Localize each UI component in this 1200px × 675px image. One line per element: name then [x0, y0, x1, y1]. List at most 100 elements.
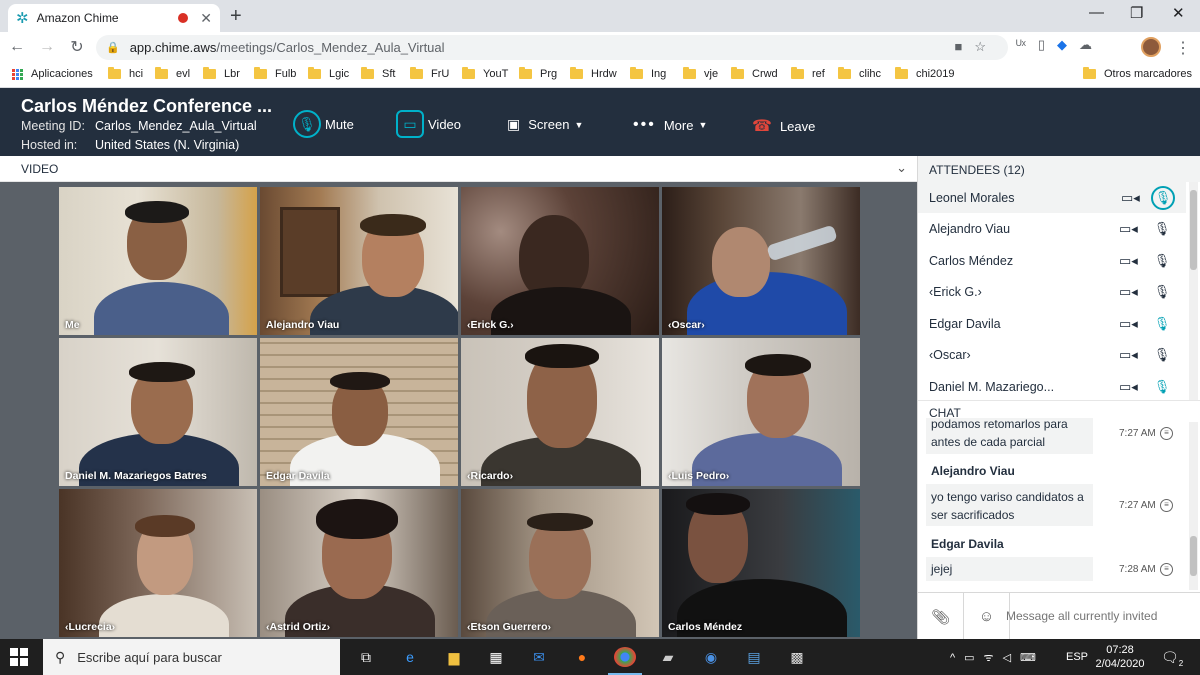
- bookmark-folder[interactable]: clihc: [838, 67, 881, 80]
- attendee-row[interactable]: Daniel M. Mazariego... ▭◂ 🎙︎: [918, 371, 1186, 402]
- store-icon[interactable]: ▦: [485, 647, 507, 667]
- browser-tab-bar: ✲ Amazon Chime ✕ + — ❐ ✕: [0, 0, 1200, 32]
- video-tile[interactable]: ‹Etson Guerrero›: [461, 489, 659, 637]
- profile-avatar[interactable]: [1141, 37, 1161, 57]
- clock[interactable]: 07:28 2/04/2020: [1095, 643, 1145, 671]
- camera-star-icons[interactable]: ■☆: [954, 39, 998, 55]
- video-tile[interactable]: Daniel M. Mazariegos Batres: [59, 338, 257, 486]
- video-tile[interactable]: ‹Lucrecia›: [59, 489, 257, 637]
- ux-extension-icon[interactable]: ᵁˣ: [1016, 37, 1026, 53]
- bookmark-folder[interactable]: vje: [683, 67, 718, 80]
- reload-button[interactable]: ↻: [64, 37, 90, 57]
- bookmark-apps[interactable]: Aplicaciones: [12, 68, 93, 80]
- mail-icon[interactable]: ✉: [528, 647, 550, 667]
- start-button[interactable]: [10, 648, 28, 666]
- browser-menu-icon[interactable]: ⋮: [1175, 38, 1191, 58]
- bookmark-folder[interactable]: Lgic: [308, 67, 349, 80]
- app-icon[interactable]: ▰: [657, 647, 679, 667]
- camera-icon: ▭: [396, 110, 424, 138]
- blue-circle-app-icon[interactable]: ◉: [700, 647, 722, 667]
- bookmark-folder[interactable]: evl: [155, 67, 190, 80]
- video-section-header[interactable]: VIDEO ⌄: [0, 156, 917, 182]
- close-window-button[interactable]: ✕: [1172, 4, 1185, 22]
- message-menu-icon[interactable]: ≡: [1160, 427, 1173, 440]
- bookmark-folder[interactable]: Sft: [361, 67, 395, 80]
- message-sender: Alejandro Viau: [931, 464, 1015, 478]
- url-bar[interactable]: 🔒 app.chime.aws/meetings/Carlos_Mendez_A…: [96, 35, 1008, 60]
- bookmark-folder[interactable]: Prg: [519, 67, 557, 80]
- system-tray[interactable]: ^▭ᯤ◁⌨: [950, 650, 1045, 665]
- video-tile[interactable]: Alejandro Viau: [260, 187, 458, 335]
- chrome-icon[interactable]: [608, 647, 642, 675]
- blue-extension-icon[interactable]: ◆: [1057, 37, 1067, 53]
- browser-tab[interactable]: ✲ Amazon Chime ✕: [8, 4, 220, 32]
- taskbar-search[interactable]: ⚲ Escribe aquí para buscar: [43, 639, 340, 675]
- cloud-extension-icon[interactable]: ☁: [1079, 37, 1092, 53]
- firefox-icon[interactable]: ●: [571, 647, 593, 667]
- video-tile[interactable]: ‹Astrid Ortiz›: [260, 489, 458, 637]
- meeting-title: Carlos Méndez Conference ...: [21, 96, 273, 116]
- search-icon: ⚲: [55, 648, 66, 665]
- meeting-header: Carlos Méndez Conference ... Meeting ID:…: [0, 88, 1200, 156]
- chat-composer: 📎︎ ☺: [918, 592, 1200, 640]
- paperclip-icon: 📎︎: [930, 608, 951, 626]
- emoji-button[interactable]: ☺: [964, 593, 1010, 640]
- attendee-row[interactable]: Leonel Morales ▭◂ 🎙︎: [918, 182, 1186, 213]
- attendees-scrollbar[interactable]: [1189, 182, 1198, 400]
- chevron-down-icon[interactable]: ⌄: [896, 160, 907, 176]
- bookmark-folder[interactable]: YouT: [462, 67, 508, 80]
- document-extension-icon[interactable]: ▯: [1038, 37, 1045, 53]
- language-indicator[interactable]: ESP: [1066, 651, 1088, 663]
- message-input[interactable]: [1006, 605, 1178, 627]
- video-tile[interactable]: ‹Erick G.›: [461, 187, 659, 335]
- attendees-header[interactable]: ATTENDEES (12): [918, 156, 1200, 182]
- more-button[interactable]: ••• More ▼: [633, 116, 707, 134]
- video-button[interactable]: ▭ Video: [396, 110, 461, 138]
- chat-scrollbar[interactable]: [1189, 422, 1198, 590]
- chat-message: yo tengo variso candidatos a ser sacrifi…: [926, 484, 1093, 526]
- file-explorer-icon[interactable]: ▆: [443, 647, 465, 667]
- video-camera-icon: ▭◂: [1119, 378, 1138, 394]
- back-button[interactable]: ←: [4, 38, 30, 56]
- bookmark-folder[interactable]: Lbr: [203, 67, 240, 80]
- bookmark-folder[interactable]: Crwd: [731, 67, 778, 80]
- other-bookmarks[interactable]: Otros marcadores: [1083, 67, 1192, 80]
- message-menu-icon[interactable]: ≡: [1160, 499, 1173, 512]
- attach-button[interactable]: 📎︎: [918, 593, 964, 640]
- leave-button[interactable]: ☎ Leave: [752, 116, 815, 136]
- edge-icon[interactable]: e: [399, 647, 421, 667]
- bookmark-folder[interactable]: ref: [791, 67, 825, 80]
- maximize-button[interactable]: ❐: [1130, 4, 1143, 22]
- attendee-row[interactable]: Carlos Méndez ▭◂ 🎙︎: [918, 245, 1186, 276]
- bookmark-folder[interactable]: Ing: [630, 67, 666, 80]
- new-tab-button[interactable]: +: [230, 5, 242, 28]
- video-tile[interactable]: ‹Luis Pedro›: [662, 338, 860, 486]
- message-menu-icon[interactable]: ≡: [1160, 563, 1173, 576]
- attendee-row[interactable]: ‹Erick G.› ▭◂ 🎙︎: [918, 276, 1186, 307]
- bookmark-folder[interactable]: Fulb: [254, 67, 296, 80]
- notifications-icon[interactable]: 🗨︎2: [1161, 649, 1183, 668]
- bookmark-folder[interactable]: FrU: [410, 67, 449, 80]
- bookmark-folder[interactable]: chi2019: [895, 67, 955, 80]
- taskbar: ⚲ Escribe aquí para buscar ⧉ e ▆ ▦ ✉ ● ▰…: [0, 639, 1200, 675]
- screen-share-button[interactable]: ▣ Screen ▼: [507, 116, 583, 133]
- tile-name: Edgar Davila: [266, 470, 330, 482]
- attendee-row[interactable]: ‹Oscar› ▭◂ 🎙︎: [918, 339, 1186, 370]
- video-tile[interactable]: Carlos Méndez: [662, 489, 860, 637]
- remote-desktop-icon[interactable]: ▤: [743, 647, 765, 667]
- screen-app-icon[interactable]: ▩: [786, 647, 808, 667]
- video-tile[interactable]: ‹Oscar›: [662, 187, 860, 335]
- bookmark-folder[interactable]: hci: [108, 67, 143, 80]
- attendee-row[interactable]: Edgar Davila ▭◂ 🎙︎: [918, 308, 1186, 339]
- mute-button[interactable]: 🎙︎ Mute: [293, 110, 354, 138]
- minimize-button[interactable]: —: [1089, 4, 1104, 21]
- video-tile[interactable]: Me: [59, 187, 257, 335]
- task-view-icon[interactable]: ⧉: [355, 647, 377, 667]
- attendee-row[interactable]: Alejandro Viau ▭◂ 🎙︎: [918, 213, 1186, 244]
- video-tile[interactable]: ‹Ricardo›: [461, 338, 659, 486]
- close-tab-icon[interactable]: ✕: [200, 10, 212, 27]
- meeting-id-value: Carlos_Mendez_Aula_Virtual: [95, 119, 257, 133]
- bookmark-folder[interactable]: Hrdw: [570, 67, 617, 80]
- forward-button[interactable]: →: [34, 38, 60, 56]
- video-tile[interactable]: Edgar Davila: [260, 338, 458, 486]
